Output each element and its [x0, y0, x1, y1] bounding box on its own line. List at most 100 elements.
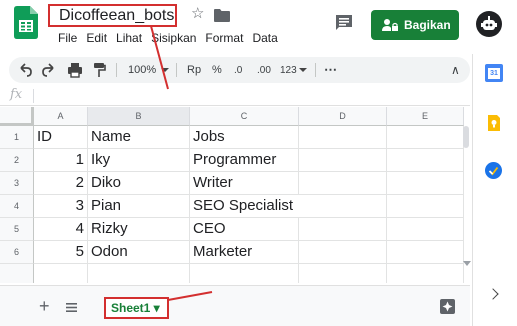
column-header-e[interactable]: E [387, 107, 464, 126]
cell-b3[interactable]: Diko [88, 172, 190, 195]
sheet-tab-label: Sheet1 ▾ [111, 301, 160, 315]
bot-avatar-icon[interactable] [476, 11, 502, 37]
zoom-select[interactable]: 100% [128, 57, 170, 83]
row-header[interactable] [0, 264, 34, 283]
menu-file[interactable]: File [58, 30, 77, 46]
toolbar-divider [116, 63, 117, 77]
zoom-value: 100% [128, 64, 157, 76]
toolbar-divider [176, 63, 177, 77]
column-header-d[interactable]: D [299, 107, 387, 126]
lock-person-icon [382, 19, 398, 31]
toolbar: 100% Rp % .0 .00 123 ⋯ ∧ [9, 57, 470, 83]
row-header[interactable]: 6 [0, 241, 34, 264]
cell-d2[interactable] [299, 149, 387, 172]
cell-b7[interactable] [88, 264, 190, 283]
percent-format-button[interactable]: % [212, 57, 222, 83]
add-sheet-button[interactable]: + [39, 297, 50, 315]
chevron-down-icon [298, 68, 307, 72]
formula-bar: fx [0, 86, 470, 106]
share-label: Bagikan [404, 18, 451, 32]
cell-b6[interactable]: Odon [88, 241, 190, 264]
cell-d5[interactable] [299, 218, 387, 241]
row-header[interactable]: 2 [0, 149, 34, 172]
menu-view[interactable]: Lihat [116, 30, 142, 46]
cell-c3[interactable]: Writer [190, 172, 299, 195]
cell-b5[interactable]: Rizky [88, 218, 190, 241]
sheet-tab-sheet1[interactable]: Sheet1 ▾ [104, 297, 169, 319]
paint-format-icon[interactable] [92, 57, 106, 83]
all-sheets-icon[interactable] [66, 303, 77, 312]
menu-format[interactable]: Format [205, 30, 243, 46]
row-header[interactable]: 1 [0, 126, 34, 149]
cell-c5[interactable]: CEO [190, 218, 299, 241]
cell-c4[interactable]: SEO Specialist [190, 195, 299, 218]
cell-a7[interactable] [34, 264, 88, 283]
cell-b2[interactable]: Iky [88, 149, 190, 172]
explore-icon[interactable] [440, 299, 455, 314]
cell-b1[interactable]: Name [88, 126, 190, 149]
menu-bar: File Edit Lihat Sisipkan Format Data [58, 30, 287, 46]
collapse-toolbar-icon[interactable]: ∧ [451, 57, 460, 83]
toolbar-divider [315, 63, 316, 77]
column-header-c[interactable]: C [190, 107, 299, 126]
row-header[interactable]: 3 [0, 172, 34, 195]
increase-decimal-button[interactable]: .00 [257, 57, 271, 83]
cell-a5[interactable]: 4 [34, 218, 88, 241]
vertical-scrollbar[interactable] [463, 126, 469, 148]
calendar-icon[interactable]: 31 [485, 64, 503, 82]
row-header[interactable]: 5 [0, 218, 34, 241]
calendar-day: 31 [488, 67, 500, 79]
cell-b4[interactable]: Pian [88, 195, 190, 218]
cell-c6[interactable]: Marketer [190, 241, 299, 264]
share-button[interactable]: Bagikan [371, 10, 459, 40]
row-header[interactable]: 4 [0, 195, 34, 218]
scroll-down-icon[interactable] [463, 258, 471, 268]
number-format-select[interactable]: 123 [280, 57, 307, 83]
cell-c7[interactable] [190, 264, 299, 283]
undo-icon[interactable] [18, 57, 32, 83]
star-icon[interactable]: ☆ [191, 6, 204, 22]
formula-divider [33, 89, 34, 103]
menu-data[interactable]: Data [252, 30, 277, 46]
redo-icon[interactable] [42, 57, 56, 83]
column-header-b[interactable]: B [88, 107, 190, 126]
column-header-a[interactable]: A [34, 107, 88, 126]
cell-e7[interactable] [387, 264, 464, 283]
app-header: Dicoffeean_bots ☆ File Edit Lihat Sisipk… [0, 0, 517, 54]
comment-icon[interactable] [335, 14, 353, 32]
cell-d6[interactable] [299, 241, 387, 264]
menu-edit[interactable]: Edit [86, 30, 107, 46]
cell-d3[interactable] [299, 172, 387, 195]
more-options-icon[interactable]: ⋯ [324, 57, 337, 83]
decrease-decimal-button[interactable]: .0 [234, 57, 242, 83]
cell-d1[interactable] [299, 126, 387, 149]
tasks-icon[interactable] [485, 162, 502, 179]
menu-insert[interactable]: Sisipkan [151, 30, 196, 46]
folder-icon[interactable] [214, 9, 230, 22]
cell-c2[interactable]: Programmer [190, 149, 299, 172]
cell-e4[interactable] [387, 195, 464, 218]
expand-panel-icon[interactable] [487, 288, 499, 300]
cell-d7[interactable] [299, 264, 387, 283]
sheets-logo-icon[interactable] [14, 6, 38, 39]
cell-a3[interactable]: 2 [34, 172, 88, 195]
cell-e3[interactable] [387, 172, 464, 195]
spreadsheet-grid: A B C D E 1 2 3 4 5 6 ID Name Jobs 1 Iky… [0, 107, 464, 283]
select-all-corner[interactable] [0, 107, 34, 126]
cell-e5[interactable] [387, 218, 464, 241]
cell-d4[interactable] [299, 195, 387, 218]
cell-a1[interactable]: ID [34, 126, 88, 149]
cell-c1[interactable]: Jobs [190, 126, 299, 149]
keep-icon[interactable] [488, 115, 500, 131]
cell-a6[interactable]: 5 [34, 241, 88, 264]
number-format-label: 123 [280, 64, 297, 76]
cell-a2[interactable]: 1 [34, 149, 88, 172]
print-icon[interactable] [67, 57, 83, 83]
cell-e1[interactable] [387, 126, 464, 149]
cell-e6[interactable] [387, 241, 464, 264]
side-panel: 31 [472, 54, 517, 326]
document-title[interactable]: Dicoffeean_bots [48, 4, 177, 27]
cell-a4[interactable]: 3 [34, 195, 88, 218]
currency-format-button[interactable]: Rp [187, 57, 201, 83]
cell-e2[interactable] [387, 149, 464, 172]
